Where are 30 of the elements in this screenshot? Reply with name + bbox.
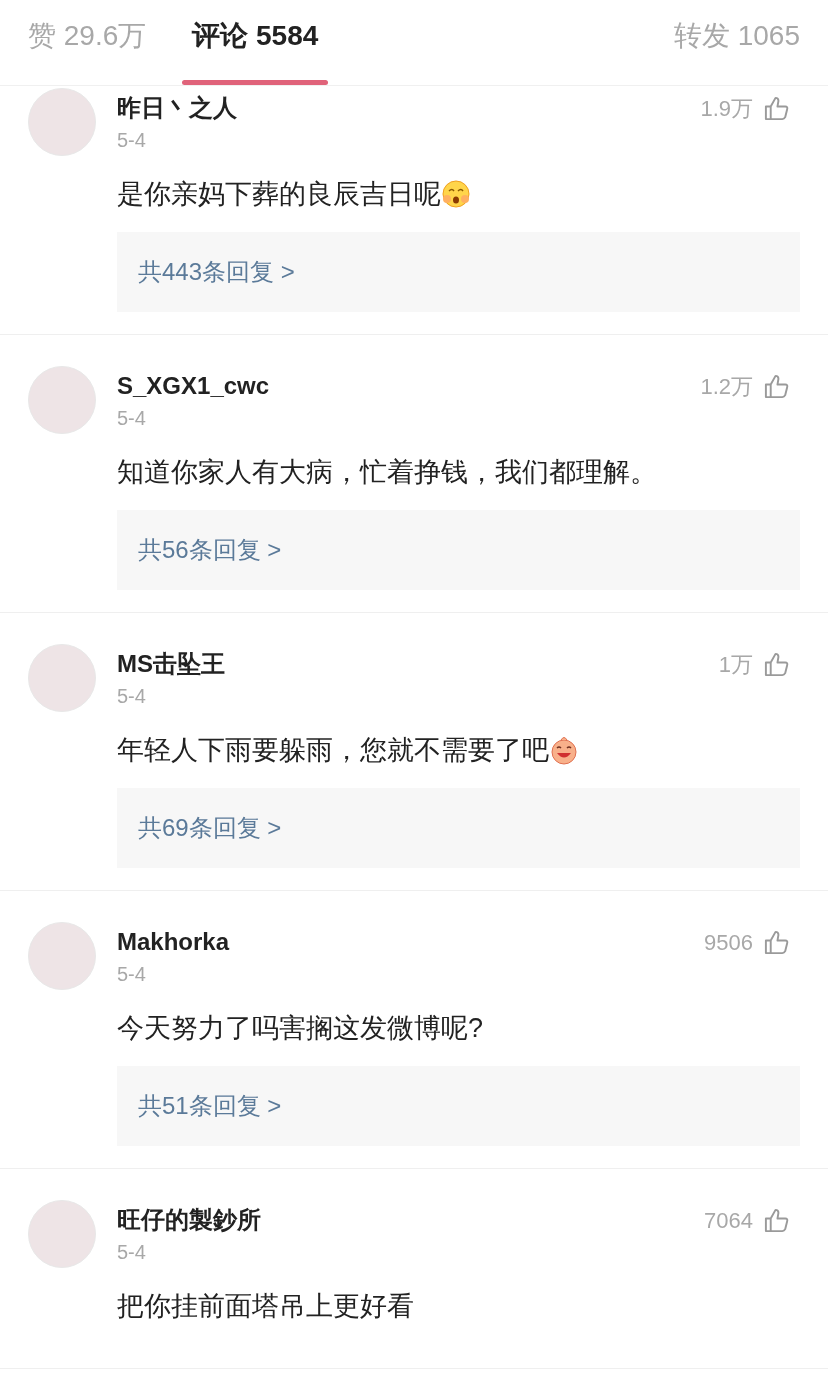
- comment-text: 今天努力了吗害搁这发微博呢?: [117, 1012, 484, 1045]
- like-count: 1.9万: [700, 94, 753, 123]
- comment-date: 5-4: [117, 1240, 146, 1265]
- username[interactable]: 昨日丶之人: [117, 90, 237, 126]
- replies-link[interactable]: 共51条回复 >: [117, 1066, 800, 1146]
- username[interactable]: S_XGX1_cwc: [117, 368, 270, 404]
- thumbs-up-icon[interactable]: [763, 1206, 790, 1234]
- comment-date: 5-4: [117, 406, 146, 431]
- replies-link[interactable]: 共69条回复 >: [117, 788, 800, 868]
- thumbs-up-icon[interactable]: [763, 650, 790, 678]
- comment-text: 是你亲妈下葬的良辰吉日呢: [117, 178, 441, 211]
- comment-text: 知道你家人有大病，忙着挣钱，我们都理解。: [117, 456, 657, 489]
- tab[interactable]: 评论 5584: [192, 18, 319, 54]
- like-count: 9506: [704, 928, 753, 957]
- like-count: 7064: [704, 1206, 753, 1235]
- comment-date: 5-4: [117, 962, 146, 987]
- username[interactable]: MS击坠王: [117, 646, 225, 682]
- comment-date: 5-4: [117, 128, 146, 153]
- like-count: 1.2万: [700, 372, 753, 401]
- thumbs-up-icon[interactable]: [763, 94, 790, 122]
- thumbs-up-icon[interactable]: [763, 928, 790, 956]
- replies-link[interactable]: 共443条回复 >: [117, 232, 800, 312]
- replies-link[interactable]: 共56条回复 >: [117, 510, 800, 590]
- comment-text: 把你挂前面塔吊上更好看: [117, 1290, 414, 1323]
- username[interactable]: 旺仔的製鈔所: [117, 1202, 261, 1238]
- like-count: 1万: [718, 650, 753, 679]
- username[interactable]: Makhorka: [117, 924, 230, 960]
- comment-text: 年轻人下雨要躲雨，您就不需要了吧: [117, 734, 549, 767]
- comment-date: 5-4: [117, 684, 146, 709]
- thumbs-up-icon[interactable]: [763, 372, 790, 400]
